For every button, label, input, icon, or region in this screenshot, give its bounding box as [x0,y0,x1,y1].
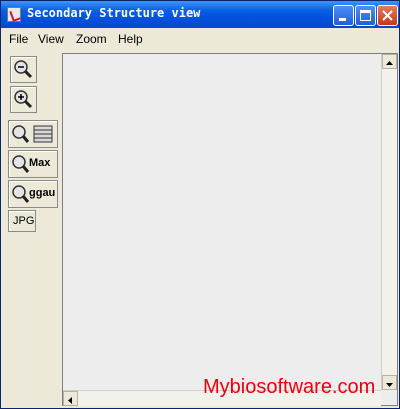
menu-zoom[interactable]: Zoom [76,32,107,46]
zoom-fit-icon [12,125,53,143]
zoom-in-icon [14,90,33,109]
vertical-scrollbar[interactable] [381,54,397,390]
menu-bar: File View Zoom Help [1,29,399,50]
menu-file[interactable]: File [9,32,28,46]
arrow-down-icon [386,383,393,387]
zoom-out-button[interactable] [10,56,37,83]
zoom-in-button[interactable] [10,86,37,113]
arrow-left-icon [68,397,72,404]
watermark-text: Mybiosoftware.com [203,376,376,398]
java-app-icon [7,7,21,22]
menu-help[interactable]: Help [118,32,143,46]
zoom-toolbar: Max ggau JPG [5,53,61,353]
structure-canvas[interactable] [62,53,398,406]
menu-view[interactable]: View [38,32,64,46]
scroll-up-button[interactable] [382,54,397,69]
jpg-label: JPG [13,215,35,227]
zoom-ggau-button[interactable]: ggau [8,180,58,208]
magnifier-icon [12,185,30,203]
scroll-left-button[interactable] [63,391,78,406]
app-window: Secondary Structure view File View Zoom … [0,0,400,409]
max-label: Max [29,157,51,169]
maximize-button[interactable] [355,5,376,26]
export-jpg-button[interactable]: JPG [8,210,36,232]
minimize-button[interactable] [333,5,354,26]
zoom-fit-button[interactable] [8,120,58,148]
window-title: Secondary Structure view [27,6,201,20]
scroll-down-button[interactable] [382,375,397,390]
close-icon [382,10,393,21]
magnifier-icon [12,155,30,173]
close-button[interactable] [377,5,398,26]
zoom-out-icon [14,60,33,79]
arrow-up-icon [386,61,393,65]
zoom-max-button[interactable]: Max [8,150,58,178]
ggau-label: ggau [29,187,56,199]
title-bar[interactable]: Secondary Structure view [1,1,399,28]
